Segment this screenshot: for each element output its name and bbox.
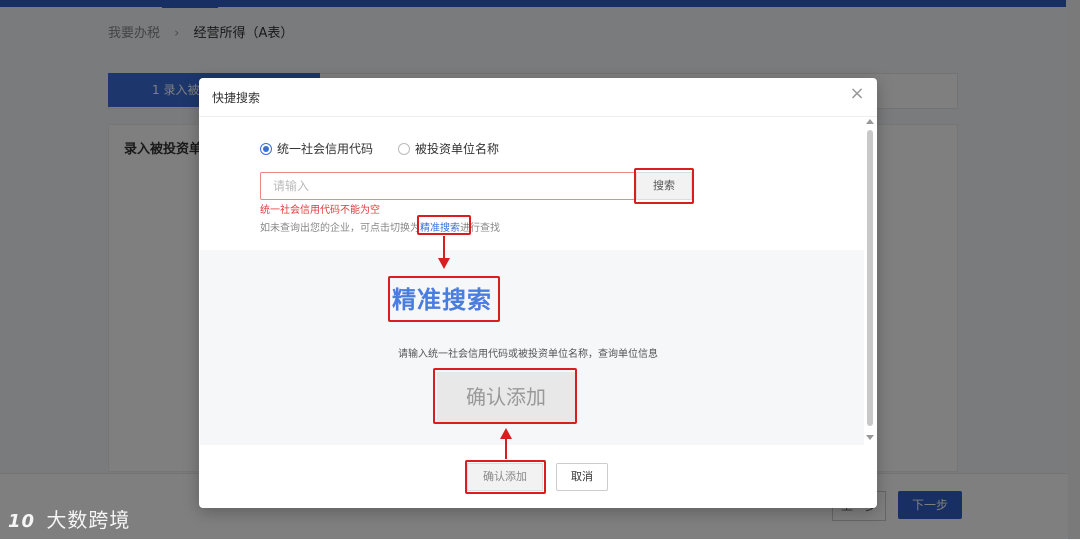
annotation-box-search: [634, 168, 694, 204]
watermark-logo: 10: [8, 511, 36, 532]
radio-credit-code-label: 统一社会信用代码: [277, 142, 374, 156]
radio-company-name-label: 被投资单位名称: [415, 142, 500, 156]
result-area-hint: 请输入统一社会信用代码或被投资单位名称，查询单位信息: [398, 349, 658, 360]
watermark: 10 大数跨境: [8, 504, 130, 533]
annotation-arrow-up-icon: [500, 428, 512, 439]
close-icon[interactable]: ×: [849, 85, 865, 103]
cancel-button[interactable]: 取消: [556, 463, 608, 491]
radio-credit-code-circle[interactable]: [260, 142, 272, 155]
annotation-arrow-line: [443, 236, 445, 258]
dialog-title: 快捷搜索: [212, 91, 261, 105]
scrollbar-thumb[interactable]: [867, 130, 873, 426]
annotation-box-precise: [388, 276, 500, 322]
scroll-up-icon[interactable]: [866, 119, 874, 124]
annotation-arrow-down-icon: [438, 258, 450, 269]
radio-company-name-circle[interactable]: [398, 142, 410, 155]
watermark-text: 大数跨境: [46, 508, 131, 532]
radio-company-name[interactable]: 被投资单位名称: [398, 140, 499, 157]
error-message: 统一社会信用代码不能为空: [260, 205, 380, 216]
annotation-arrow-line-up: [505, 439, 507, 459]
radio-credit-code[interactable]: 统一社会信用代码: [260, 140, 373, 157]
dialog-header: [199, 78, 877, 117]
hint-prefix: 如未查询出您的企业，可点击切换为: [260, 223, 420, 234]
annotation-box-confirm: [465, 460, 546, 494]
scroll-down-icon[interactable]: [866, 435, 874, 440]
annotation-box-link: [417, 215, 471, 235]
search-input[interactable]: [260, 172, 636, 200]
annotation-box-confirm-zoom: [433, 368, 577, 424]
